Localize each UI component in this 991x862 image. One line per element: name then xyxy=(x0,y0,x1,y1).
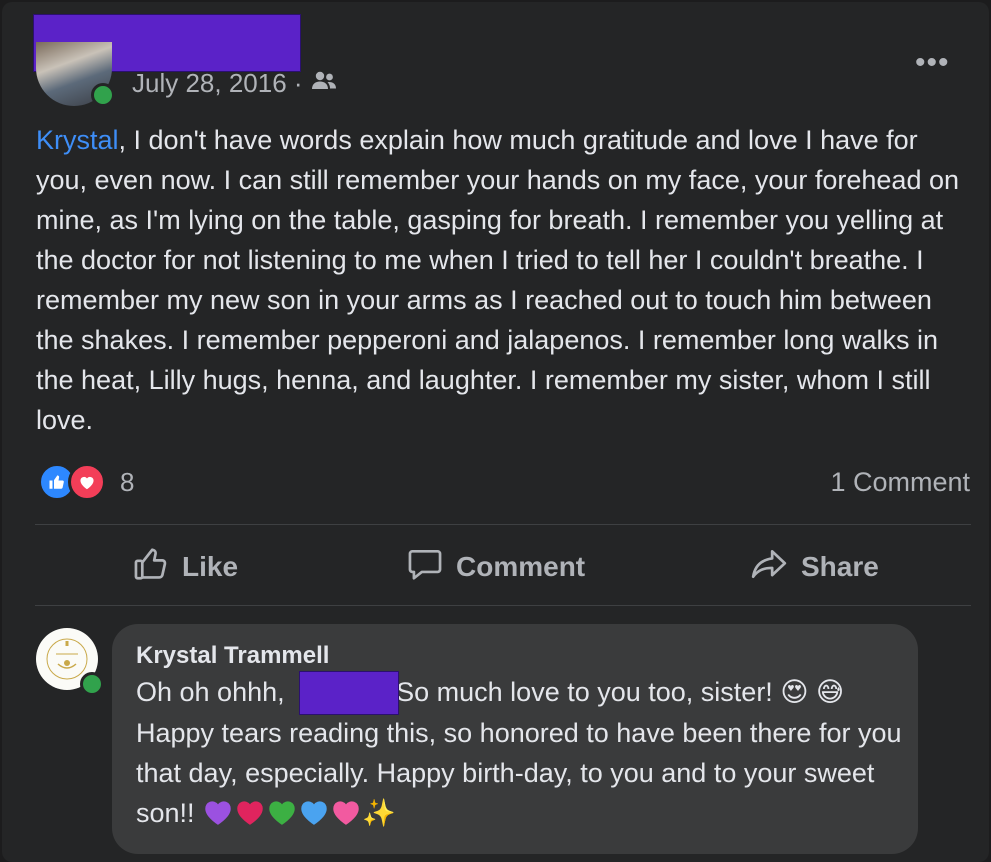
reaction-count: 8 xyxy=(120,466,135,497)
thumbs-up-icon xyxy=(132,545,170,590)
post-meta: July 28, 2016 · xyxy=(132,68,337,99)
comment-label: Comment xyxy=(456,551,586,582)
friends-icon xyxy=(311,68,337,99)
share-label: Share xyxy=(801,551,879,582)
heart-emoji-icon xyxy=(234,797,266,837)
more-options-button[interactable]: ••• xyxy=(915,48,950,78)
reaction-summary[interactable]: 8 xyxy=(38,463,134,501)
heart-eyes-emoji: 😍 xyxy=(780,677,809,708)
heart-emoji-icon xyxy=(202,797,234,837)
like-label: Like xyxy=(182,551,239,582)
heart-emoji-icon xyxy=(298,797,330,837)
post-text: , I don't have words explain how much gr… xyxy=(36,125,959,435)
sweat-smile-emoji: 😅 xyxy=(815,677,845,708)
share-arrow-icon xyxy=(749,545,789,590)
redacted-mention xyxy=(299,671,399,715)
share-button[interactable]: Share xyxy=(749,545,879,589)
comment-author[interactable]: Krystal Trammell xyxy=(136,642,329,670)
online-status-dot xyxy=(91,83,115,107)
divider xyxy=(35,605,971,606)
sparkle-emoji: ✨ xyxy=(362,798,396,829)
comment-count-link[interactable]: 1 Comment xyxy=(830,467,970,498)
divider xyxy=(35,524,971,525)
post-body: Krystal, I don't have words explain how … xyxy=(36,120,976,440)
heart-emoji-icon xyxy=(266,797,298,837)
comment-button[interactable]: Comment xyxy=(406,545,585,589)
online-status-dot xyxy=(80,672,104,696)
heart-emoji-icon xyxy=(330,797,362,837)
heart-emojis xyxy=(202,798,362,828)
post-date[interactable]: July 28, 2016 · xyxy=(132,68,303,99)
like-button[interactable]: Like xyxy=(132,545,238,589)
more-horizontal-icon: ••• xyxy=(915,46,950,79)
comment-text: Oh oh ohhh, So much love to you too, sis… xyxy=(136,672,906,837)
mention-link[interactable]: Krystal xyxy=(36,125,119,155)
comment-bubble-icon xyxy=(406,545,444,590)
love-reaction-icon xyxy=(68,463,106,501)
